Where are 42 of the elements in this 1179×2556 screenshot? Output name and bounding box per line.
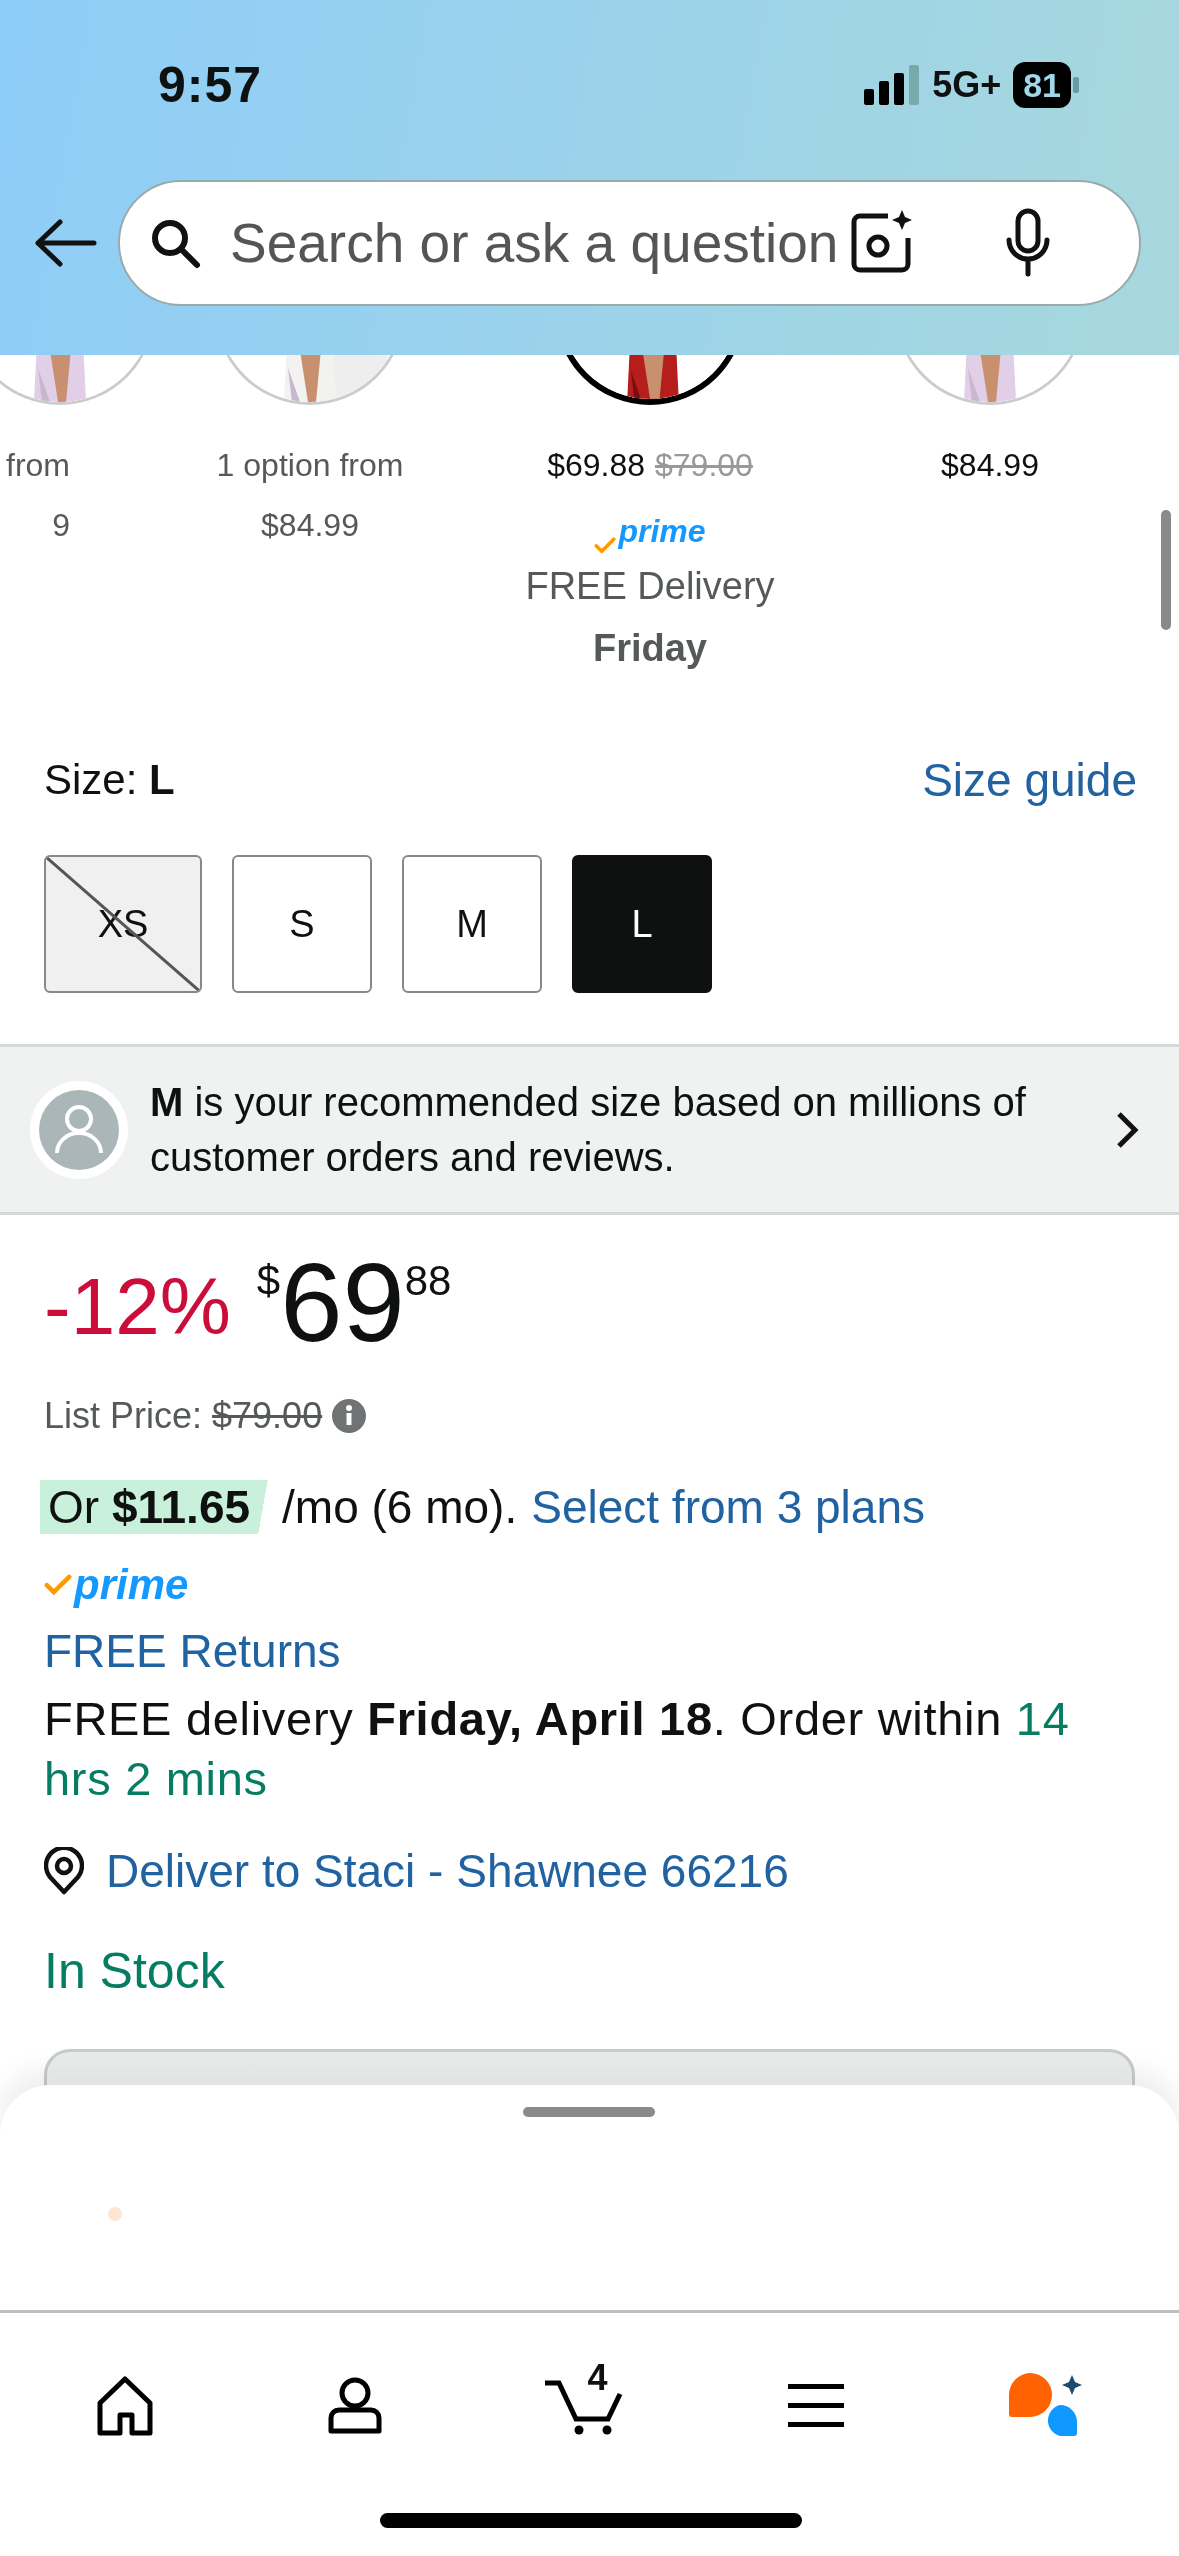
variant-label: 1 option from [216, 446, 404, 485]
variant-price: $84.99 [941, 447, 1039, 483]
recommendation-text: M is your recommended size based on millions of customer orders and reviews. [150, 1078, 1027, 1181]
discount-percent: -12% [44, 1261, 231, 1353]
cart-count: 4 [587, 2357, 608, 2399]
dot-icon [108, 2207, 122, 2221]
clock-time: 9:57 [158, 56, 263, 114]
network-label: 5G+ [932, 64, 1002, 106]
variant-delivery-day: Friday [592, 617, 707, 679]
returns-link[interactable]: FREE Returns [44, 1619, 1135, 1683]
scrollbar[interactable] [1161, 510, 1171, 630]
size-option[interactable]: M [402, 855, 542, 993]
size-option[interactable]: L [572, 855, 712, 993]
prime-logo: prime [594, 495, 706, 555]
location-pin-icon [44, 1847, 84, 1895]
variant-price: $69.88 [547, 447, 645, 483]
battery-tip-icon [1073, 77, 1079, 93]
avatar-icon [30, 1080, 128, 1179]
deliver-to-link[interactable]: Deliver to Staci - Shawnee 66216 [106, 1844, 789, 1898]
size-guide-link[interactable]: Size guide [922, 753, 1137, 807]
plans-link[interactable]: Select from 3 plans [531, 1480, 925, 1534]
info-icon[interactable] [332, 1399, 367, 1433]
back-arrow-icon[interactable] [32, 218, 98, 268]
variant-price: 9 [52, 506, 70, 545]
prime-check-icon [44, 1573, 72, 1597]
chat-bubbles-icon[interactable] [1007, 2373, 1084, 2439]
drag-handle[interactable] [523, 2107, 655, 2117]
installment-terms: /mo (6 mo). [282, 1480, 518, 1534]
list-price: List Price: $79.00 [44, 1395, 323, 1437]
stock-status: In Stock [44, 1942, 226, 2001]
prime-check-icon [594, 537, 617, 555]
variant-delivery: FREE Delivery [525, 564, 775, 609]
variant-price: $84.99 [261, 506, 359, 545]
size-label: Size: L [44, 756, 175, 804]
variant-list-price: $79.00 [655, 447, 753, 483]
signal-icon [864, 65, 921, 105]
variant-label: from [6, 446, 70, 485]
chevron-right-icon [1115, 1109, 1139, 1150]
search-field[interactable]: Search or ask a question [118, 180, 1141, 306]
prime-logo: prime [44, 1557, 1135, 1613]
delivery-text: FREE delivery Friday, April 18. Order within 14 hrs 2 mins [44, 1691, 1071, 1807]
size-option[interactable]: S [232, 855, 372, 993]
